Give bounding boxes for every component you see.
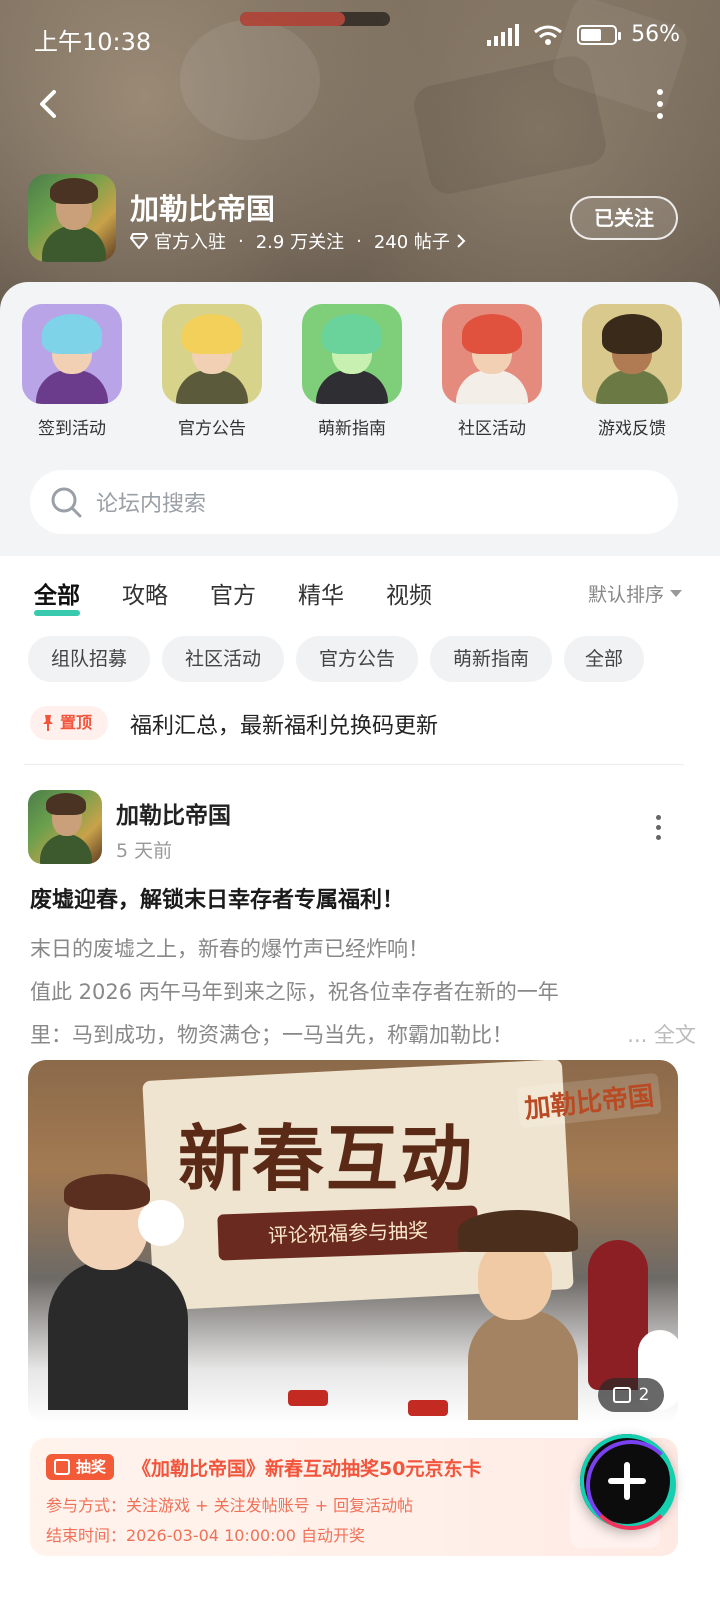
create-post-button[interactable]: [580, 1434, 676, 1530]
diamond-icon: [130, 233, 148, 249]
chip-community-event[interactable]: 社区活动: [162, 636, 284, 682]
lottery-tag: 抽奖: [46, 1454, 115, 1480]
lottery-card[interactable]: 抽奖 《加勒比帝国》新春互动抽奖50元京东卡 参与方式：关注游戏 + 关注发帖账…: [30, 1438, 678, 1556]
status-bar: 上午10:38 56%: [0, 18, 720, 56]
entry-thumbnail: [582, 304, 682, 404]
character-left: [38, 1174, 228, 1410]
game-meta[interactable]: 官方入驻 · 2.9 万关注 · 240 帖子: [130, 228, 466, 254]
entry-thumbnail: [22, 304, 122, 404]
status-icons: 56%: [487, 22, 680, 47]
entry-announcement[interactable]: 官方公告: [152, 304, 272, 439]
post-body-line: 值此 2026 丙午马年到来之际，祝各位幸存者在新的一年: [30, 980, 559, 1004]
image-icon: [612, 1387, 631, 1403]
tab-all[interactable]: 全部: [34, 576, 80, 616]
gift-icon: [54, 1459, 70, 1475]
post-more-button[interactable]: [646, 812, 670, 842]
search-placeholder: 论坛内搜索: [96, 492, 207, 517]
lottery-method: 参与方式：关注游戏 + 关注发帖账号 + 回复活动帖: [46, 1496, 414, 1515]
entry-label: 萌新指南: [318, 419, 386, 439]
sort-label: 默认排序: [587, 584, 664, 606]
topic-chips: 组队招募 社区活动 官方公告 萌新指南 全部: [0, 636, 720, 684]
post-time: 5 天前: [116, 840, 173, 862]
plus-icon: [624, 1462, 630, 1500]
search-input[interactable]: 论坛内搜索: [30, 470, 678, 534]
content-tabs: 全部 攻略 官方 精华 视频 默认排序: [0, 570, 720, 620]
tab-guides[interactable]: 攻略: [122, 576, 168, 610]
post-body-line: 里：马到成功，物资满仓；一马当先，称霸加勒比！ ... 全文: [30, 1014, 696, 1057]
chip-announcement[interactable]: 官方公告: [296, 636, 418, 682]
followers-count: 2.9 万关注: [255, 232, 345, 253]
chevron-left-icon: [40, 90, 56, 118]
meta-separator: ·: [356, 230, 362, 252]
pinned-title: 福利汇总，最新福利兑换码更新: [130, 714, 439, 739]
lottery-end-time: 结束时间：2026-03-04 10:00:00 自动开奖: [46, 1526, 366, 1545]
search-icon: [51, 487, 82, 518]
wifi-icon: [534, 25, 563, 45]
game-name: 加勒比帝国: [130, 192, 276, 226]
entry-label: 签到活动: [38, 419, 106, 439]
post-image[interactable]: 新春互动 评论祝福参与抽奖 加勒比帝国 2: [28, 1060, 678, 1424]
image-count: 2: [638, 1385, 650, 1405]
entry-label: 社区活动: [458, 419, 526, 439]
tab-featured[interactable]: 精华: [298, 576, 344, 610]
sort-dropdown[interactable]: 默认排序: [588, 580, 682, 607]
entry-feedback[interactable]: 游戏反馈: [572, 304, 692, 439]
tab-video[interactable]: 视频: [386, 576, 432, 610]
caret-down-icon: [670, 590, 682, 597]
follow-button[interactable]: 已关注: [570, 196, 678, 240]
post-title[interactable]: 废墟迎春，解锁末日幸存者专属福利！: [30, 882, 690, 914]
meta-separator: ·: [238, 230, 244, 252]
entry-thumbnail: [442, 304, 542, 404]
entry-label: 游戏反馈: [598, 419, 666, 439]
divider: [24, 764, 684, 765]
entry-label: 官方公告: [178, 419, 246, 439]
signal-icon: [487, 23, 520, 46]
pinned-badge: 置顶: [30, 706, 108, 740]
forum-entry-panel: 签到活动 官方公告 萌新指南 社区活动 游戏反馈 论坛内搜索: [0, 282, 720, 556]
quick-entries: 签到活动 官方公告 萌新指南 社区活动 游戏反馈: [0, 304, 720, 444]
post-body-line: 末日的废墟之上，新春的爆竹声已经炸响！: [30, 937, 429, 961]
post-author-name[interactable]: 加勒比帝国: [116, 796, 231, 830]
post-author-avatar[interactable]: [28, 790, 102, 864]
pinned-badge-text: 置顶: [60, 713, 93, 732]
banner-subtitle: 评论祝福参与抽奖: [217, 1205, 479, 1261]
battery-percent: 56%: [631, 22, 680, 47]
more-options-button[interactable]: [640, 84, 680, 124]
battery-icon: [577, 24, 622, 45]
lottery-title: 《加勒比帝国》新春互动抽奖50元京东卡: [132, 1458, 482, 1480]
entry-thumbnail: [302, 304, 402, 404]
status-time: 上午10:38: [34, 28, 152, 56]
firecracker: [288, 1390, 328, 1406]
entry-beginner-guide[interactable]: 萌新指南: [292, 304, 412, 439]
firecracker: [408, 1400, 448, 1416]
read-more-link[interactable]: ... 全文: [617, 1014, 696, 1057]
chip-all[interactable]: 全部: [564, 636, 644, 682]
official-label: 官方入驻: [154, 232, 226, 253]
back-button[interactable]: [30, 84, 70, 124]
entry-checkin[interactable]: 签到活动: [12, 304, 132, 439]
chevron-right-icon: [457, 234, 466, 248]
chip-beginner-guide[interactable]: 萌新指南: [430, 636, 552, 682]
image-count-badge: 2: [598, 1378, 664, 1412]
forum-header: 上午10:38 56% 加勒比帝国 官方入驻 · 2.9 万关注 · 240 帖…: [0, 0, 720, 320]
pinned-post[interactable]: 置顶 福利汇总，最新福利兑换码更新: [30, 706, 690, 746]
chip-team-recruit[interactable]: 组队招募: [28, 636, 150, 682]
game-avatar[interactable]: [28, 174, 116, 262]
lottery-tag-text: 抽奖: [76, 1458, 107, 1476]
posts-count: 240 帖子: [373, 232, 450, 253]
entry-community-event[interactable]: 社区活动: [432, 304, 552, 439]
pin-icon: [43, 715, 53, 731]
entry-thumbnail: [162, 304, 262, 404]
tab-official[interactable]: 官方: [210, 576, 256, 610]
post-body[interactable]: 末日的废墟之上，新春的爆竹声已经炸响！ 值此 2026 丙午马年到来之际，祝各位…: [30, 928, 696, 1057]
